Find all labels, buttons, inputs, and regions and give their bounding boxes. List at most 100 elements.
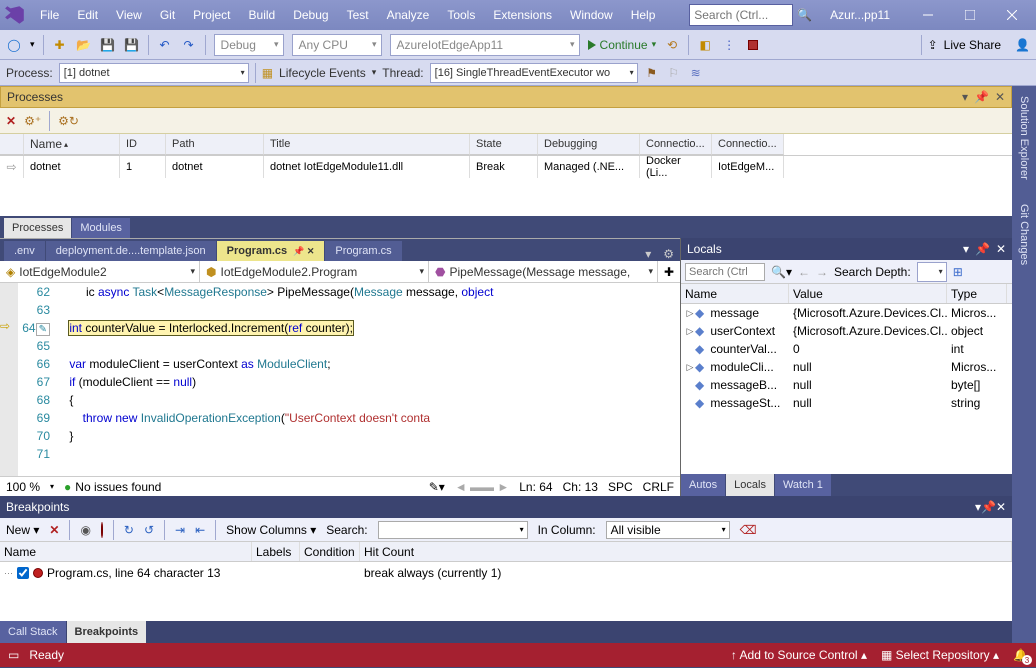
chevron-down-icon[interactable]: ▾ bbox=[30, 39, 35, 50]
solution-label[interactable]: Azur...pp11 bbox=[826, 8, 894, 22]
chevron-down-icon[interactable]: ▾ bbox=[963, 242, 969, 256]
import-icon[interactable]: ↺ bbox=[144, 523, 154, 537]
menu-window[interactable]: Window bbox=[562, 4, 621, 26]
menu-file[interactable]: File bbox=[32, 4, 67, 26]
menu-project[interactable]: Project bbox=[185, 4, 238, 26]
redo-icon[interactable]: ↷ bbox=[181, 37, 197, 53]
minimize-button[interactable] bbox=[908, 1, 948, 29]
feedback-icon[interactable]: 👤 bbox=[1015, 38, 1030, 52]
notifications-icon[interactable]: 🔔 bbox=[1013, 648, 1028, 662]
tab-modules[interactable]: Modules bbox=[72, 218, 130, 238]
col-conn1[interactable]: Connectio... bbox=[640, 134, 712, 155]
locals-row[interactable]: ▷◆ moduleCli...nullMicros... bbox=[681, 358, 1012, 376]
live-share-icon[interactable]: ⇪ bbox=[928, 38, 938, 52]
search-icon[interactable]: 🔍▾ bbox=[771, 265, 792, 279]
split-icon[interactable]: ✚ bbox=[658, 261, 680, 282]
hot-reload-icon[interactable]: ⟲ bbox=[664, 37, 680, 53]
bp-disable-icon[interactable] bbox=[101, 523, 103, 537]
pin-icon[interactable]: 📌 bbox=[975, 242, 990, 256]
goto-icon[interactable]: ⇥ bbox=[175, 523, 185, 537]
file-tab[interactable]: deployment.de....template.json bbox=[46, 241, 216, 261]
save-all-icon[interactable]: 💾 bbox=[124, 37, 140, 53]
incol-dropdown[interactable]: All visible bbox=[606, 521, 730, 539]
maximize-button[interactable] bbox=[950, 1, 990, 29]
file-tab[interactable]: Program.cs bbox=[325, 241, 401, 261]
menu-git[interactable]: Git bbox=[152, 4, 183, 26]
save-icon[interactable]: 💾 bbox=[100, 37, 116, 53]
col-labels[interactable]: Labels bbox=[252, 542, 300, 561]
locals-row[interactable]: ▷◆ message{Microsoft.Azure.Devices.Cl...… bbox=[681, 304, 1012, 322]
stack-icon-2[interactable]: ⚐ bbox=[666, 65, 682, 81]
open-icon[interactable]: 📂 bbox=[76, 37, 92, 53]
menu-view[interactable]: View bbox=[108, 4, 150, 26]
select-repository-button[interactable]: ▦ Select Repository ▴ bbox=[881, 648, 999, 662]
col-condition[interactable]: Condition bbox=[300, 542, 360, 561]
lifecycle-icon[interactable]: ▦ bbox=[262, 66, 273, 80]
platform-dropdown[interactable]: Any CPU bbox=[292, 34, 382, 56]
config-dropdown[interactable]: Debug bbox=[214, 34, 284, 56]
col-title[interactable]: Title bbox=[264, 134, 470, 155]
menu-tools[interactable]: Tools bbox=[439, 4, 483, 26]
new-breakpoint-button[interactable]: New ▾ bbox=[6, 523, 39, 537]
nav-class[interactable]: ⬢IotEdgeModule2.Program bbox=[200, 261, 429, 282]
gear-icon-2[interactable]: ⚙↻ bbox=[58, 114, 79, 128]
col-hitcount[interactable]: Hit Count bbox=[360, 542, 1012, 561]
nav-project[interactable]: ◈IotEdgeModule2 bbox=[0, 261, 200, 282]
debug-icon-1[interactable]: ◧ bbox=[697, 37, 713, 53]
goto-icon-2[interactable]: ⇤ bbox=[195, 523, 205, 537]
search-icon[interactable]: 🔍 bbox=[795, 8, 814, 22]
menu-edit[interactable]: Edit bbox=[69, 4, 106, 26]
menu-help[interactable]: Help bbox=[623, 4, 664, 26]
close-button[interactable] bbox=[992, 1, 1032, 29]
menu-debug[interactable]: Debug bbox=[285, 4, 336, 26]
output-icon[interactable]: ▭ bbox=[8, 648, 19, 662]
target-dropdown[interactable]: AzureIotEdgeApp11 bbox=[390, 34, 580, 56]
gear-icon[interactable]: ⚙ bbox=[657, 247, 680, 261]
live-share-button[interactable]: Live Share bbox=[944, 38, 1001, 52]
spc-label[interactable]: SPC bbox=[608, 480, 633, 494]
delete-icon[interactable]: ✕ bbox=[49, 523, 59, 537]
tab-autos[interactable]: Autos bbox=[681, 474, 725, 496]
menu-test[interactable]: Test bbox=[339, 4, 377, 26]
chevron-down-icon[interactable]: ▾ bbox=[639, 247, 657, 261]
locals-search-input[interactable] bbox=[685, 263, 765, 281]
col-name[interactable]: Name bbox=[0, 542, 252, 561]
bp-enable-icon[interactable]: ◉ bbox=[80, 523, 90, 537]
menu-analyze[interactable]: Analyze bbox=[379, 4, 438, 26]
bp-checkbox[interactable] bbox=[17, 567, 29, 579]
pin-icon[interactable]: 📌 bbox=[981, 500, 996, 514]
debug-icon-2[interactable]: ⋮ bbox=[721, 37, 737, 53]
search-input[interactable] bbox=[689, 4, 793, 26]
chevron-down-icon[interactable]: ▾ bbox=[962, 90, 968, 104]
nav-method[interactable]: ⬣PipeMessage(Message message, bbox=[429, 261, 658, 282]
process-dropdown[interactable]: [1] dotnet bbox=[59, 63, 249, 83]
git-changes-tab[interactable]: Git Changes bbox=[1016, 198, 1032, 271]
file-tab[interactable]: .env bbox=[4, 241, 45, 261]
menu-build[interactable]: Build bbox=[241, 4, 284, 26]
tab-callstack[interactable]: Call Stack bbox=[0, 621, 66, 643]
col-name[interactable]: Name bbox=[681, 284, 789, 303]
process-row[interactable]: ⇨ dotnet 1 dotnet dotnet IotEdgeModule11… bbox=[0, 156, 1012, 178]
bp-search-input[interactable] bbox=[378, 521, 528, 539]
solution-explorer-tab[interactable]: Solution Explorer bbox=[1016, 90, 1032, 186]
locals-row[interactable]: ◆ messageSt...nullstring bbox=[681, 394, 1012, 412]
col-id[interactable]: ID bbox=[120, 134, 166, 155]
show-columns-dropdown[interactable]: Show Columns ▾ bbox=[226, 523, 316, 537]
col-conn2[interactable]: Connectio... bbox=[712, 134, 784, 155]
code-body[interactable]: ⇨ 626364✎65666768697071 ic async Task<Me… bbox=[0, 283, 680, 476]
col-type[interactable]: Type bbox=[947, 284, 1007, 303]
continue-button[interactable]: Continue ▾ bbox=[588, 38, 657, 52]
stop-icon[interactable] bbox=[745, 37, 761, 53]
close-icon[interactable]: ✕ bbox=[995, 90, 1005, 104]
tab-watch1[interactable]: Watch 1 bbox=[775, 474, 831, 496]
arrow-right-icon[interactable]: → bbox=[816, 265, 828, 279]
col-state[interactable]: State bbox=[470, 134, 538, 155]
crlf-label[interactable]: CRLF bbox=[643, 480, 674, 494]
breakpoint-row[interactable]: ⋯ Program.cs, line 64 character 13 break… bbox=[0, 562, 1012, 584]
tab-breakpoints[interactable]: Breakpoints bbox=[67, 621, 147, 643]
nav-back-icon[interactable]: ◯ bbox=[6, 37, 22, 53]
locals-row[interactable]: ◆ counterVal...0int bbox=[681, 340, 1012, 358]
lifecycle-dropdown[interactable]: Lifecycle Events bbox=[279, 66, 366, 80]
add-source-control-button[interactable]: ↑ Add to Source Control ▴ bbox=[731, 648, 867, 662]
brush-icon[interactable]: ✎▾ bbox=[429, 480, 445, 494]
